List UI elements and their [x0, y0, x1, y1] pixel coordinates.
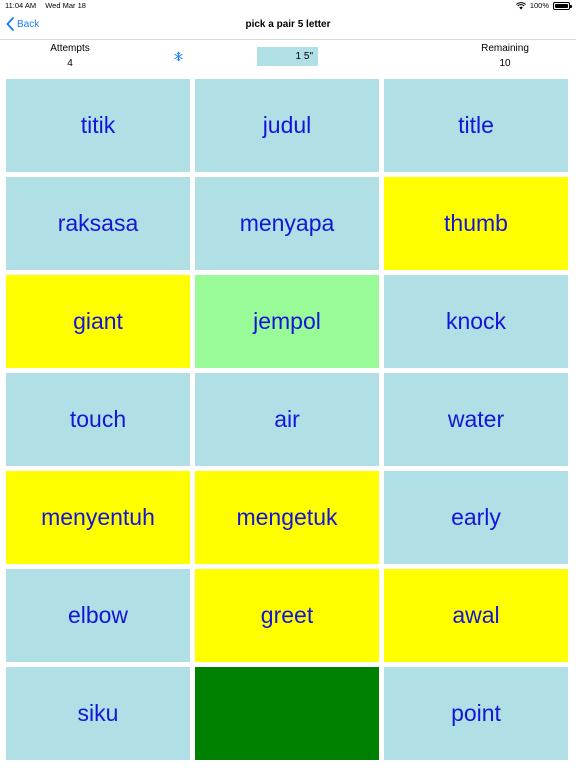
word-tile[interactable]: air [195, 373, 379, 466]
status-time: 11:04 AM [5, 1, 37, 10]
word-tile[interactable]: titik [6, 79, 190, 172]
word-tile[interactable]: raksasa [6, 177, 190, 270]
word-tile[interactable]: menyapa [195, 177, 379, 270]
word-tile[interactable]: giant [6, 275, 190, 368]
matched-tile [195, 667, 379, 760]
navigation-bar: Back pick a pair 5 letter [0, 12, 576, 40]
snowflake-icon[interactable] [173, 51, 184, 62]
remaining-value: 10 [499, 58, 511, 69]
word-tile[interactable]: mengetuk [195, 471, 379, 564]
attempts-label: Attempts [50, 43, 90, 54]
status-date: Wed Mar 18 [45, 1, 86, 10]
remaining-label: Remaining [481, 43, 529, 54]
word-tile[interactable]: jempol [195, 275, 379, 368]
word-tile[interactable]: water [384, 373, 568, 466]
word-tile[interactable]: touch [6, 373, 190, 466]
attempts-value: 4 [67, 58, 73, 69]
battery-icon [553, 1, 572, 10]
word-tile[interactable]: awal [384, 569, 568, 662]
attempts-stat: Attempts 4 [25, 43, 115, 69]
status-right: 100% [515, 1, 572, 10]
word-tile[interactable]: knock [384, 275, 568, 368]
word-tile[interactable]: greet [195, 569, 379, 662]
word-tile[interactable]: judul [195, 79, 379, 172]
status-bar: 11:04 AM Wed Mar 18 100% [0, 0, 576, 12]
word-tile[interactable]: siku [6, 667, 190, 760]
word-tile[interactable]: menyentuh [6, 471, 190, 564]
word-grid: titik judul title raksasa menyapa thumb … [6, 79, 570, 760]
scoreboard: Attempts 4 1 5" Remaining 10 [0, 40, 576, 76]
status-left: 11:04 AM Wed Mar 18 [5, 1, 86, 10]
word-tile[interactable]: early [384, 471, 568, 564]
battery-percent: 100% [529, 1, 549, 10]
timer-display: 1 5" [257, 47, 318, 66]
word-tile[interactable]: thumb [384, 177, 568, 270]
remaining-stat: Remaining 10 [460, 43, 550, 69]
page-title: pick a pair 5 letter [245, 19, 331, 30]
word-tile[interactable]: elbow [6, 569, 190, 662]
wifi-icon [515, 1, 526, 9]
word-tile[interactable]: point [384, 667, 568, 760]
word-tile[interactable]: title [384, 79, 568, 172]
